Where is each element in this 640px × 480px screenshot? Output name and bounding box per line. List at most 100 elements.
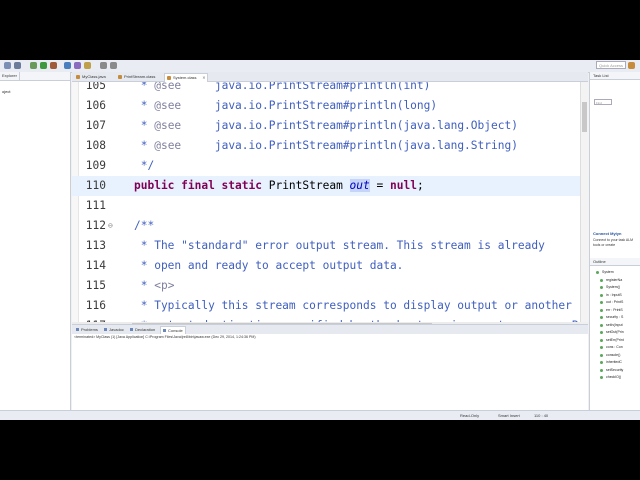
tab-problems[interactable]: Problems xyxy=(74,326,100,334)
save-icon[interactable] xyxy=(14,62,21,69)
package-explorer-tab[interactable]: Explorer xyxy=(0,72,20,80)
open-type-icon[interactable] xyxy=(74,62,81,69)
code-line[interactable]: 107 * @see java.io.PrintStream#println(j… xyxy=(72,116,580,136)
next-edit-icon[interactable] xyxy=(110,62,117,69)
java-perspective-icon[interactable] xyxy=(628,62,635,69)
code-editor[interactable]: 105 * @see java.io.PrintStream#println(i… xyxy=(72,82,580,322)
console-view[interactable]: <terminated> MyClass (1) [Java Applicati… xyxy=(72,334,588,410)
code-token: <p> xyxy=(154,279,175,292)
line-number: 109 xyxy=(85,159,106,172)
tab-javadoc[interactable]: Javadoc xyxy=(102,326,126,334)
outline-item[interactable]: security : S xyxy=(600,315,623,319)
member-icon xyxy=(596,271,599,274)
mylyn-text[interactable]: Connect to your task ALM tools or create xyxy=(593,238,638,247)
code-line[interactable]: 116 * Typically this stream corresponds … xyxy=(72,296,580,316)
code-line[interactable]: 110 public final static PrintStream out =… xyxy=(72,176,580,196)
tab-declaration[interactable]: Declaration xyxy=(128,326,157,334)
outline-item[interactable]: in : InputS xyxy=(600,292,622,297)
member-icon xyxy=(600,376,603,379)
outline-item[interactable]: registerNa xyxy=(600,277,623,282)
code-token: public final static xyxy=(134,179,269,192)
new-class-icon[interactable] xyxy=(64,62,71,69)
status-mode: Read-Only xyxy=(460,413,480,418)
outline-item-label: in : InputS xyxy=(606,292,622,297)
javadoc-icon xyxy=(104,328,107,331)
status-insert: Smart Insert xyxy=(498,413,520,418)
new-icon[interactable] xyxy=(4,62,11,69)
outline-item[interactable]: cons : Con xyxy=(600,345,623,349)
code-text: public final static PrintStream out = nu… xyxy=(134,176,424,196)
close-icon[interactable]: ✕ xyxy=(202,74,205,82)
code-text: /** xyxy=(134,216,154,236)
outline-item[interactable]: console() xyxy=(600,353,620,357)
tab-label: System.class xyxy=(173,75,197,80)
external-tools-icon[interactable] xyxy=(50,62,57,69)
outline-item[interactable]: setErr(Print xyxy=(600,337,624,342)
fold-toggle-icon[interactable]: ⊖ xyxy=(108,216,113,236)
code-line[interactable]: 106 * @see java.io.PrintStream#println(l… xyxy=(72,96,580,116)
outline-item-label: System() xyxy=(606,285,620,289)
code-token: * Typically this stream corresponds to d… xyxy=(134,299,572,312)
editor-vertical-scrollbar[interactable] xyxy=(580,82,589,322)
outline-item[interactable]: setOut(Prin xyxy=(600,330,624,334)
tab-label: PrintStream.class xyxy=(124,74,156,79)
member-icon xyxy=(600,331,603,334)
outline-item-label: setErr(Print xyxy=(606,337,624,342)
outline-item[interactable]: setIn(Input xyxy=(600,323,623,327)
tab-label: Declaration xyxy=(135,327,156,332)
outline-item[interactable]: inheritedC xyxy=(600,360,622,364)
task-find-input[interactable]: Find xyxy=(594,99,612,105)
code-line[interactable]: 108 * @see java.io.PrintStream#println(j… xyxy=(72,136,580,156)
code-line[interactable]: 105 * @see java.io.PrintStream#println(i… xyxy=(72,82,580,96)
tab-label: Console xyxy=(168,328,183,333)
member-icon xyxy=(600,368,603,372)
outline-tab[interactable]: Outline xyxy=(590,258,640,266)
tab-system[interactable]: System.class ✕ xyxy=(164,73,208,82)
code-token: java.io.PrintStream#println(java.lang.Ob… xyxy=(181,119,518,132)
code-token: * xyxy=(134,82,155,92)
outline-item[interactable]: System() xyxy=(600,285,620,289)
outline-item[interactable]: checkIO() xyxy=(600,375,622,379)
member-icon xyxy=(600,346,603,349)
code-token: * The "standard" error output stream. Th… xyxy=(134,239,545,252)
code-text: * @see java.io.PrintStream#println(java.… xyxy=(134,116,518,136)
scroll-thumb[interactable] xyxy=(582,102,587,132)
code-line[interactable]: 109 */ xyxy=(72,156,580,176)
mylyn-title: Connect Mylyn xyxy=(593,231,622,236)
outline-item-label: checkIO() xyxy=(606,375,622,379)
class-file-icon xyxy=(167,76,171,80)
code-line[interactable]: 113 * The "standard" error output stream… xyxy=(72,236,580,256)
search-icon[interactable] xyxy=(84,62,91,69)
line-number: 107 xyxy=(85,119,106,132)
code-token: @see xyxy=(154,99,182,112)
code-line[interactable]: 114 * open and ready to accept output da… xyxy=(72,256,580,276)
outline-item[interactable]: setSecurity xyxy=(600,368,623,372)
line-number: 113 xyxy=(85,239,106,252)
prev-edit-icon[interactable] xyxy=(100,62,107,69)
member-icon xyxy=(600,286,603,289)
code-token: @see xyxy=(154,139,182,152)
outline-item[interactable]: err : PrintS xyxy=(600,308,623,312)
outline-item-label: registerNa xyxy=(606,277,623,282)
line-number: 115 xyxy=(85,279,106,292)
code-line[interactable]: 115 * <p> xyxy=(72,276,580,296)
project-item[interactable]: oject xyxy=(2,89,10,94)
outline-item[interactable]: System xyxy=(596,270,614,274)
code-text: * @see java.io.PrintStream#println(long) xyxy=(134,96,437,116)
tab-label: Problems xyxy=(81,327,98,332)
line-number: 110 xyxy=(85,179,106,192)
outline-item[interactable]: out : PrintS xyxy=(600,300,623,304)
line-number: 106 xyxy=(85,99,106,112)
code-line[interactable]: 111 xyxy=(72,196,580,216)
debug-icon[interactable] xyxy=(30,62,37,69)
task-list-tab[interactable]: Task List xyxy=(590,72,640,80)
outline-item-label: cons : Con xyxy=(606,345,623,349)
run-icon[interactable] xyxy=(40,62,47,69)
tab-printstream[interactable]: PrintStream.class xyxy=(116,73,158,81)
console-output: <terminated> MyClass (1) [Java Applicati… xyxy=(74,335,256,339)
eclipse-window: Quick Access Explorer oject MyClass.java… xyxy=(0,60,640,420)
tab-myclass[interactable]: MyClass.java xyxy=(74,73,109,81)
member-icon xyxy=(600,278,603,282)
quick-access-input[interactable]: Quick Access xyxy=(596,61,626,69)
code-line[interactable]: 112 ⊖ /** xyxy=(72,216,580,236)
